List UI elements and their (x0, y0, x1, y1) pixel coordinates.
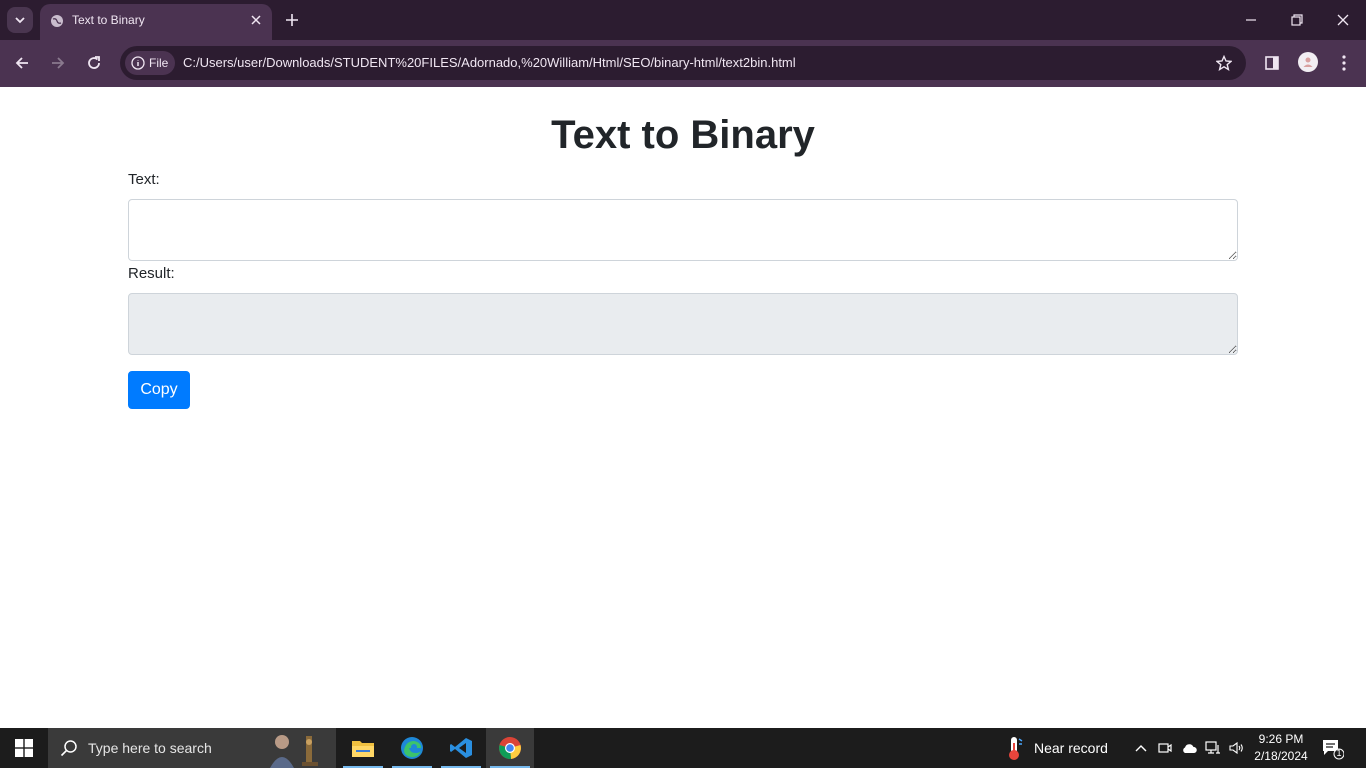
user-icon (1303, 57, 1313, 67)
clock-time: 9:26 PM (1258, 732, 1304, 746)
weather-text: Near record (1034, 740, 1108, 756)
taskbar: Type here to search Near record 9:26 PM … (0, 728, 1366, 768)
show-hidden-icons-button[interactable] (1132, 739, 1150, 757)
tab-search-button[interactable] (7, 7, 33, 33)
system-clock[interactable]: 9:26 PM 2/18/2024 (1248, 731, 1314, 765)
copy-button[interactable]: Copy (128, 371, 190, 409)
network-tray[interactable] (1204, 739, 1222, 757)
reload-icon (88, 56, 100, 69)
arrow-right-icon (52, 57, 65, 69)
network-icon (1205, 741, 1220, 754)
edge-app[interactable] (388, 728, 436, 768)
side-panel-icon (1265, 56, 1279, 70)
meet-now-tray[interactable] (1156, 739, 1174, 757)
weather-widget[interactable]: Near record (1004, 728, 1108, 768)
kebab-menu-icon (1342, 55, 1346, 71)
clock-date: 2/18/2024 (1254, 749, 1308, 763)
windows-logo-icon (15, 739, 33, 757)
search-icon (60, 740, 77, 757)
new-tab-button[interactable] (282, 10, 302, 30)
arrow-left-icon (15, 57, 28, 69)
browser-menu-button[interactable] (1333, 52, 1355, 74)
edge-icon (401, 737, 423, 759)
close-icon (1337, 14, 1349, 26)
profile-avatar[interactable] (1298, 52, 1318, 72)
address-bar[interactable]: File C:/Users/user/Downloads/STUDENT%20F… (120, 46, 1246, 80)
site-info-chip[interactable]: File (125, 51, 175, 75)
page-content: Text to Binary Text: Result: Copy (0, 87, 1366, 728)
restore-icon (1291, 14, 1303, 26)
browser-tab-strip: Text to Binary (0, 0, 1366, 40)
back-button[interactable] (11, 52, 33, 74)
vscode-app[interactable] (437, 728, 485, 768)
side-panel-button[interactable] (1261, 52, 1283, 74)
browser-toolbar: File C:/Users/user/Downloads/STUDENT%20F… (0, 40, 1366, 87)
taskbar-search[interactable]: Type here to search (48, 728, 336, 768)
vscode-icon (450, 738, 472, 758)
text-input[interactable] (128, 199, 1238, 261)
result-label: Result: (128, 265, 175, 282)
bookmark-button[interactable] (1214, 53, 1234, 73)
thermometer-icon (1009, 737, 1023, 760)
star-icon (1216, 55, 1232, 71)
volume-tray[interactable] (1228, 739, 1246, 757)
tab-title: Text to Binary (72, 13, 145, 27)
site-info-label: File (149, 56, 169, 70)
forward-button[interactable] (47, 52, 69, 74)
close-icon (251, 15, 261, 25)
page-title: Text to Binary (551, 113, 815, 157)
speaker-icon (1229, 741, 1243, 755)
file-explorer-app[interactable] (339, 728, 387, 768)
minimize-icon (1246, 19, 1256, 21)
restore-button[interactable] (1285, 8, 1309, 32)
start-button[interactable] (0, 728, 48, 768)
cloud-icon (1183, 744, 1197, 753)
chrome-app[interactable] (486, 728, 534, 768)
chevron-up-icon (1135, 745, 1147, 752)
tab-close-button[interactable] (248, 12, 264, 28)
active-tab[interactable]: Text to Binary (40, 4, 272, 40)
folder-icon (352, 741, 374, 757)
reload-button[interactable] (83, 52, 105, 74)
notification-count: 1 (1336, 748, 1342, 758)
text-label: Text: (128, 171, 160, 188)
info-icon (131, 56, 145, 70)
onedrive-tray[interactable] (1180, 739, 1198, 757)
chevron-down-icon (15, 17, 25, 24)
close-window-button[interactable] (1331, 8, 1355, 32)
globe-icon (51, 15, 63, 27)
url-text[interactable]: C:/Users/user/Downloads/STUDENT%20FILES/… (183, 55, 796, 70)
plus-icon (286, 14, 298, 26)
camera-icon (1158, 743, 1172, 753)
minimize-button[interactable] (1239, 8, 1263, 32)
result-output[interactable] (128, 293, 1238, 355)
notification-center-button[interactable]: 1 (1322, 738, 1345, 760)
search-placeholder: Type here to search (88, 740, 212, 756)
search-highlight-illustration (262, 730, 328, 768)
chrome-icon (499, 737, 521, 760)
